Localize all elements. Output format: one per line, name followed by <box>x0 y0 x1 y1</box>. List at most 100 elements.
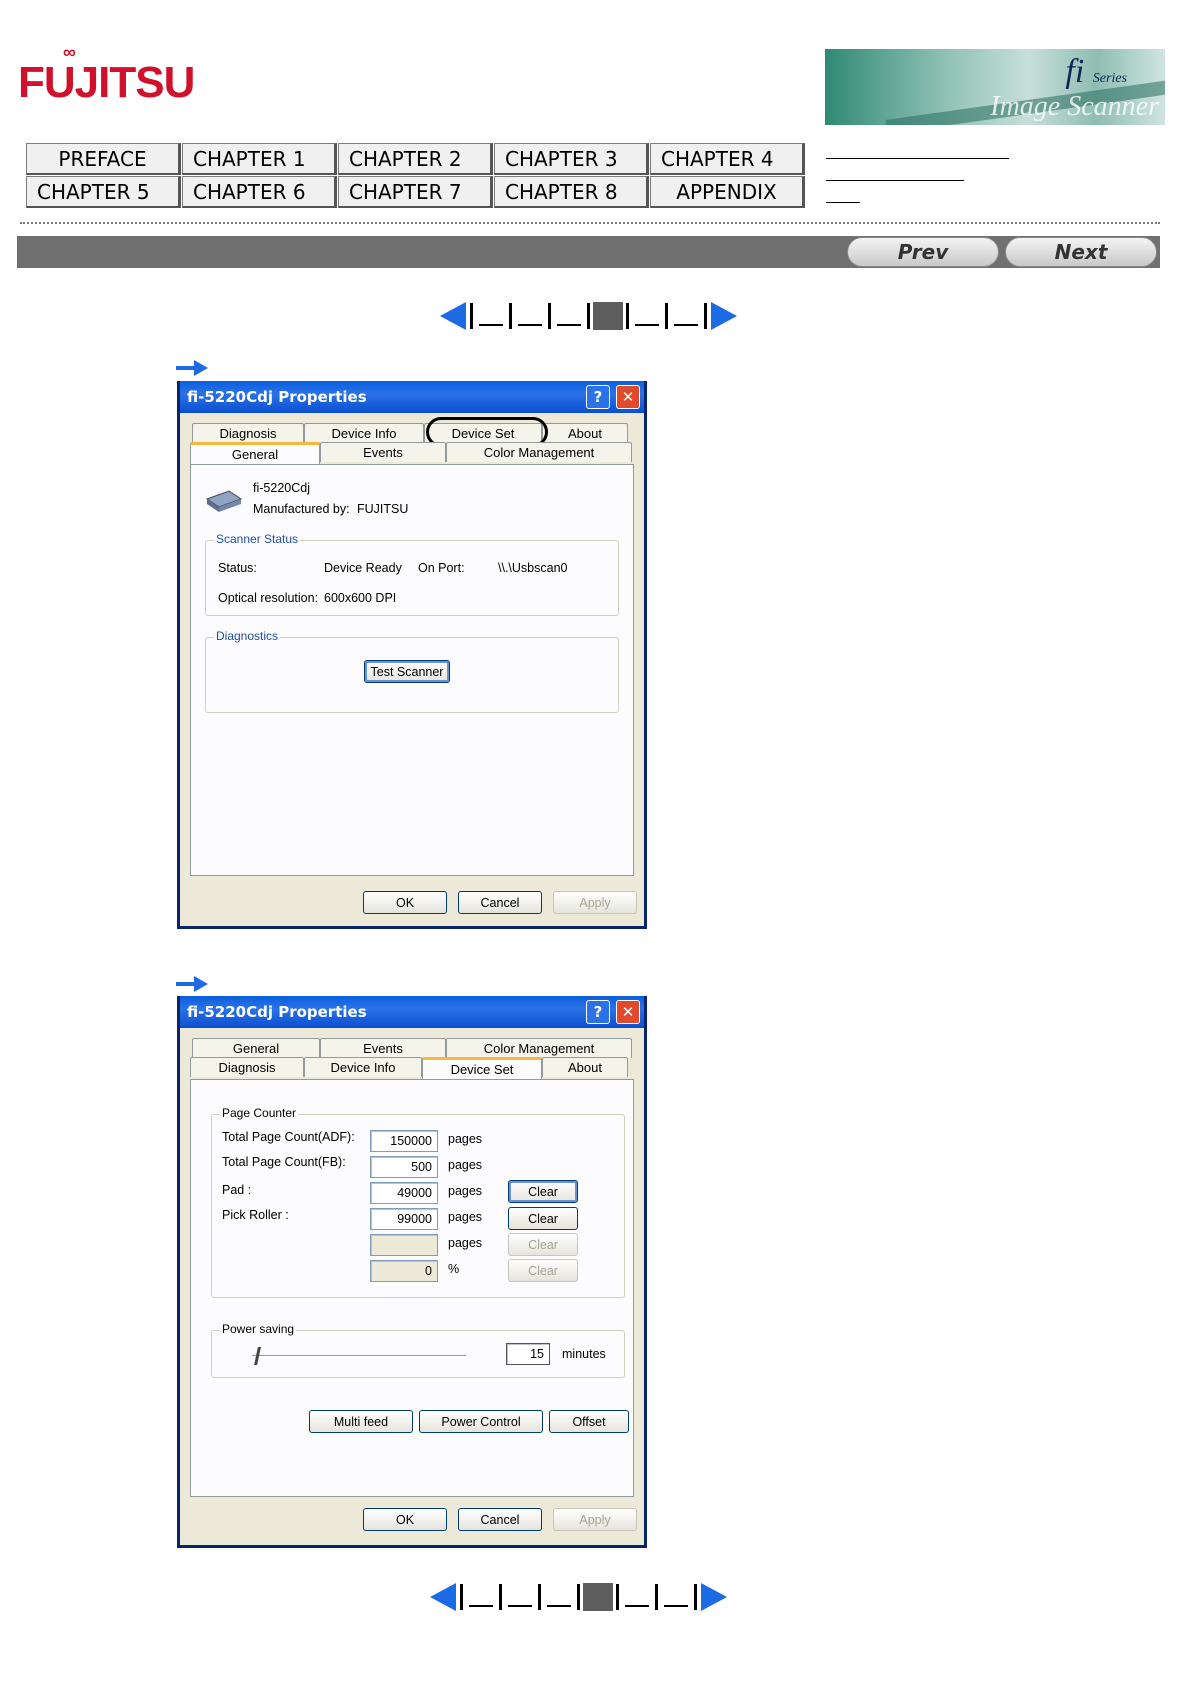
pager-page-3[interactable] <box>551 303 587 329</box>
device-name: fi-5220Cdj <box>253 481 310 495</box>
pager-page-6[interactable] <box>658 1584 694 1610</box>
pager-page-2[interactable] <box>502 1584 538 1610</box>
diagnostics-group: Diagnostics Test Scanner <box>205 629 619 713</box>
tab-color-management[interactable]: Color Management <box>446 442 632 462</box>
general-panel: fi-5220Cdj Manufactured by: FUJITSU Scan… <box>190 464 634 876</box>
chapter-link-appendix[interactable]: APPENDIX <box>650 176 805 208</box>
pick-roller-clear-button[interactable]: Clear <box>508 1207 578 1230</box>
side-link-3[interactable] <box>826 202 860 203</box>
tab-about[interactable]: About <box>542 1057 628 1077</box>
pager-page-1[interactable] <box>473 303 509 329</box>
pager-page-5[interactable] <box>629 303 665 329</box>
logo-infinity-icon: ∞ <box>63 42 76 62</box>
tab-about[interactable]: About <box>542 423 628 443</box>
pager-page-5[interactable] <box>619 1584 655 1610</box>
chapter-link-3[interactable]: CHAPTER 3 <box>494 143 649 175</box>
tab-device-info[interactable]: Device Info <box>304 1057 422 1077</box>
help-icon[interactable]: ? <box>586 1000 610 1024</box>
side-link-1[interactable] <box>826 158 1009 159</box>
page-counter-legend: Page Counter <box>220 1106 299 1120</box>
chapter-link-4[interactable]: CHAPTER 4 <box>650 143 805 175</box>
cancel-button[interactable]: Cancel <box>458 891 542 914</box>
fujitsu-logo[interactable]: ∞ FUJITSU <box>18 42 195 108</box>
pager-next-icon[interactable] <box>701 1583 727 1611</box>
pager-page-current <box>593 302 623 330</box>
pager-divider <box>694 1584 697 1610</box>
tab-device-info[interactable]: Device Info <box>304 423 424 443</box>
diagnostics-legend: Diagnostics <box>214 629 281 643</box>
chapter-link-preface[interactable]: PREFACE <box>26 143 181 175</box>
pager-prev-icon[interactable] <box>440 302 466 330</box>
power-saving-group: Power saving 15 minutes <box>211 1322 625 1378</box>
pager-page-1[interactable] <box>463 1584 499 1610</box>
scanner-icon <box>205 490 243 512</box>
pad-clear-button[interactable]: Clear <box>508 1180 578 1203</box>
counter-unit: % <box>448 1262 460 1276</box>
chapter-link-8[interactable]: CHAPTER 8 <box>494 176 649 208</box>
pager-page-3[interactable] <box>541 1584 577 1610</box>
port-value: \\.\Usbscan0 <box>498 561 568 575</box>
banner-brand: fi Series <box>1065 53 1127 90</box>
tab-events[interactable]: Events <box>320 442 446 462</box>
chapter-link-6[interactable]: CHAPTER 6 <box>182 176 337 208</box>
counter-unit: pages <box>448 1158 483 1172</box>
tab-events[interactable]: Events <box>320 1038 446 1058</box>
tab-row-back: General Events Color Management <box>192 1038 632 1058</box>
pager-prev-icon[interactable] <box>430 1583 456 1611</box>
chapter-link-2[interactable]: CHAPTER 2 <box>338 143 493 175</box>
manufacturer-value: FUJITSU <box>357 502 409 516</box>
tab-row-back: Diagnosis Device Info Device Set About <box>192 423 628 443</box>
counter-field: 150000 <box>370 1130 438 1152</box>
tab-general[interactable]: General <box>190 442 320 464</box>
ok-button[interactable]: OK <box>363 1508 447 1531</box>
status-value: Device Ready <box>324 561 402 575</box>
chapter-link-1[interactable]: CHAPTER 1 <box>182 143 337 175</box>
clear-button[interactable]: Clear <box>508 1233 578 1256</box>
counter-unit: pages <box>448 1210 483 1224</box>
prev-button[interactable]: Prev <box>847 237 999 267</box>
tab-general[interactable]: General <box>192 1038 320 1058</box>
fi-series-banner: fi Series Image Scanner <box>825 49 1165 125</box>
tab-row-front: General Events Color Management <box>190 442 632 464</box>
properties-dialog-general: fi-5220Cdj Properties ? ✕ Diagnosis Devi… <box>177 381 647 929</box>
minutes-label: minutes <box>562 1347 606 1361</box>
offset-button[interactable]: Offset <box>549 1410 629 1433</box>
manufacturer-label: Manufactured by: <box>253 502 350 516</box>
banner-script: Image Scanner <box>990 91 1159 122</box>
clear-button[interactable]: Clear <box>508 1259 578 1282</box>
apply-button[interactable]: Apply <box>553 891 637 914</box>
power-saving-minutes-field[interactable]: 15 <box>506 1343 550 1365</box>
counter-field: 0 <box>370 1260 438 1282</box>
side-link-2[interactable] <box>826 180 964 181</box>
chapter-link-7[interactable]: CHAPTER 7 <box>338 176 493 208</box>
help-icon[interactable]: ? <box>586 385 610 409</box>
tab-diagnosis[interactable]: Diagnosis <box>190 1057 304 1077</box>
next-button[interactable]: Next <box>1005 237 1157 267</box>
tab-device-set[interactable]: Device Set <box>422 1057 542 1079</box>
close-icon[interactable]: ✕ <box>616 385 640 409</box>
apply-button[interactable]: Apply <box>553 1508 637 1531</box>
cancel-button[interactable]: Cancel <box>458 1508 542 1531</box>
scanner-status-legend: Scanner Status <box>214 532 301 546</box>
pager-page-2[interactable] <box>512 303 548 329</box>
counter-field <box>370 1234 438 1256</box>
chapter-link-5[interactable]: CHAPTER 5 <box>26 176 181 208</box>
tab-color-management[interactable]: Color Management <box>446 1038 632 1058</box>
power-saving-slider-track[interactable] <box>252 1355 466 1357</box>
multi-feed-button[interactable]: Multi feed <box>309 1410 413 1433</box>
pager-divider <box>577 1584 580 1610</box>
dialog-title-bar: fi-5220Cdj Properties ? ✕ <box>180 996 644 1028</box>
pager-next-icon[interactable] <box>711 302 737 330</box>
page-pager-bottom <box>430 1582 727 1612</box>
power-control-button[interactable]: Power Control <box>419 1410 543 1433</box>
tab-row-front: Diagnosis Device Info Device Set About <box>190 1057 628 1079</box>
pager-page-6[interactable] <box>668 303 704 329</box>
ok-button[interactable]: OK <box>363 891 447 914</box>
close-icon[interactable]: ✕ <box>616 1000 640 1024</box>
page-pager-top <box>440 301 737 331</box>
dialog-title: fi-5220Cdj Properties <box>187 1003 367 1021</box>
test-scanner-button[interactable]: Test Scanner <box>364 660 450 683</box>
tab-diagnosis[interactable]: Diagnosis <box>192 423 304 443</box>
counter-unit: pages <box>448 1236 483 1250</box>
pager-divider <box>587 303 590 329</box>
